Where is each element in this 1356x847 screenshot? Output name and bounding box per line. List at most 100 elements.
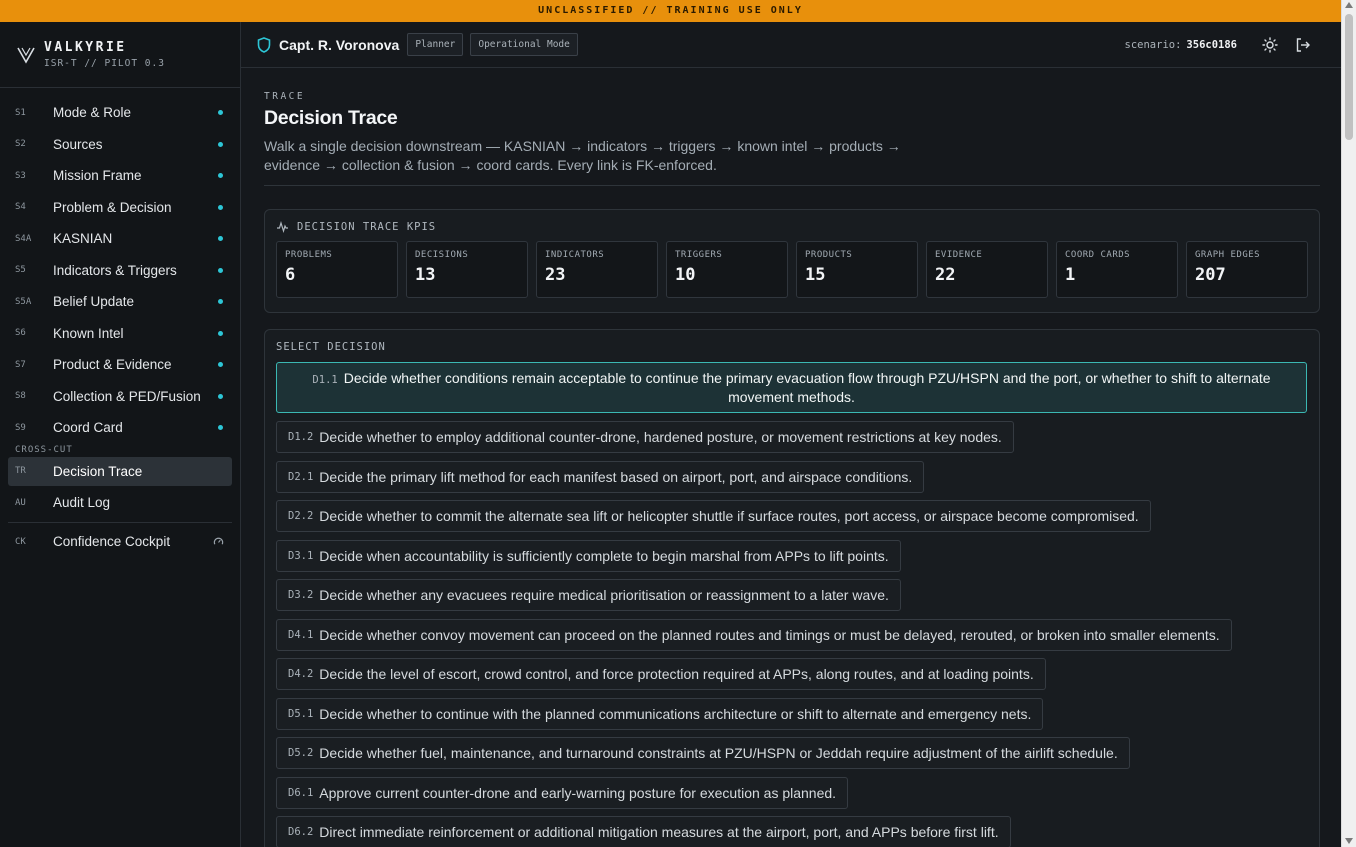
nav-code: S4A xyxy=(15,233,32,244)
sidebar-item-mode-role[interactable]: S1 Mode & Role xyxy=(8,98,232,127)
status-dot xyxy=(218,393,223,399)
sidebar-item-known-intel[interactable]: S6 Known Intel xyxy=(8,319,232,348)
page-scrollbar[interactable] xyxy=(1341,0,1356,847)
brand-subtitle: ISR-T // PILOT 0.3 xyxy=(44,58,165,69)
decision-text: Decide the primary lift method for each … xyxy=(319,468,913,485)
decision-item[interactable]: D6.1 Approve current counter-drone and ea… xyxy=(276,776,849,809)
nav-label: Known Intel xyxy=(53,325,124,341)
nav-label: Belief Update xyxy=(53,294,135,309)
nav: S1 Mode & Role S2 Sources S3 Mission Frame … xyxy=(0,98,240,556)
decision-text: Direct immediate reinforcement or additi… xyxy=(319,824,999,840)
scroll-down-icon[interactable] xyxy=(1345,838,1353,844)
decision-item[interactable]: D6.2 Direct immediate reinforcement or ad… xyxy=(276,816,1011,847)
sidebar-item-confidence-cockpit[interactable]: CK Confidence Cockpit xyxy=(8,527,232,556)
logout-icon[interactable] xyxy=(1295,37,1311,53)
sidebar-item-audit-log[interactable]: AU Audit Log xyxy=(8,488,232,517)
nav-code: S5 xyxy=(15,265,26,275)
mode-chip[interactable]: Operational Mode xyxy=(470,33,578,56)
decision-text: Decide whether any evacuees require medi… xyxy=(319,587,889,603)
sidebar-item-problem-decision[interactable]: S4 Problem & Decision xyxy=(8,193,232,222)
sidebar-item-collection-fusion[interactable]: S8 Collection & PED/Fusion xyxy=(8,382,232,411)
nav-label: Sources xyxy=(53,136,103,152)
status-dot xyxy=(218,425,223,430)
sidebar-item-kasnian[interactable]: S4A KASNIAN xyxy=(8,224,232,253)
sidebar-item-decision-trace[interactable]: TR Decision Trace xyxy=(8,456,232,486)
kpi-value: 22 xyxy=(935,265,956,285)
nav-label: KASNIAN xyxy=(53,231,113,246)
decision-item[interactable]: D3.2 Decide whether any evacuees require … xyxy=(276,579,901,611)
decision-code: D6.2 xyxy=(288,826,314,838)
scroll-thumb[interactable] xyxy=(1345,14,1353,140)
decision-text: Decide when accountability is sufficient… xyxy=(319,547,889,564)
role-chip[interactable]: Planner xyxy=(407,33,464,56)
decision-code: D3.1 xyxy=(288,549,314,562)
nav-label: Audit Log xyxy=(53,495,111,510)
decision-text: Decide whether conditions remain accepta… xyxy=(343,369,1271,405)
nav-label: Product & Evidence xyxy=(53,357,172,372)
nav-label: Collection & PED/Fusion xyxy=(53,388,201,404)
decision-code: D1.1 xyxy=(312,373,338,386)
nav-code: CK xyxy=(15,536,26,547)
kpi-card: PRODUCTS 15 xyxy=(796,241,918,298)
decision-item[interactable]: D4.1 Decide whether convoy movement can p… xyxy=(276,618,1232,651)
decision-item-selected[interactable]: D1.1 Decide whether conditions remain acc… xyxy=(276,362,1307,413)
gauge-icon xyxy=(213,537,224,545)
sidebar-item-belief-update[interactable]: S5A Belief Update xyxy=(8,287,232,316)
nav-code: S5A xyxy=(15,296,32,307)
decision-code: D6.1 xyxy=(288,786,314,799)
nav-label: Mission Frame xyxy=(53,168,142,183)
kpi-label: PRODUCTS xyxy=(805,250,853,260)
page-description: Walk a single decision downstream — KASN… xyxy=(264,138,901,173)
brand: VALKYRIE ISR-T // PILOT 0.3 xyxy=(0,22,240,88)
decision-item[interactable]: D5.1 Decide whether to continue with the … xyxy=(276,697,1044,730)
nav-label: Coord Card xyxy=(53,420,123,435)
kpi-value: 6 xyxy=(285,265,296,285)
nav-label: Indicators & Triggers xyxy=(53,262,177,278)
classification-banner: UNCLASSIFIED // TRAINING USE ONLY xyxy=(0,0,1341,22)
decision-text: Decide whether fuel, maintenance, and tu… xyxy=(319,745,1118,761)
sidebar-item-product-evidence[interactable]: S7 Product & Evidence xyxy=(8,350,232,379)
main-content: TRACE Decision Trace Walk a single decis… xyxy=(264,68,1320,847)
kpi-value: 207 xyxy=(1195,265,1226,285)
decision-code: D1.2 xyxy=(288,431,314,443)
kpi-card: PROBLEMS 6 xyxy=(276,241,398,298)
decision-item[interactable]: D4.2 Decide the level of escort, crowd co… xyxy=(276,658,1046,690)
kpi-card: TRIGGERS 10 xyxy=(666,241,788,298)
decision-text: Decide the level of escort, crowd contro… xyxy=(319,666,1034,682)
status-dot xyxy=(218,362,223,367)
status-dot xyxy=(218,204,223,210)
kpi-card: COORD CARDS 1 xyxy=(1056,241,1178,298)
scroll-up-icon[interactable] xyxy=(1345,2,1353,8)
sun-icon[interactable] xyxy=(1262,37,1278,53)
sidebar-item-mission-frame[interactable]: S3 Mission Frame xyxy=(8,161,232,190)
decision-code: D4.1 xyxy=(288,628,314,641)
nav-label: Problem & Decision xyxy=(53,199,172,215)
sidebar-item-coord-card[interactable]: S9 Coord Card xyxy=(8,413,232,442)
sidebar-item-indicators-triggers[interactable]: S5 Indicators & Triggers xyxy=(8,256,232,285)
kpi-card: EVIDENCE 22 xyxy=(926,241,1048,298)
kpi-value: 10 xyxy=(675,265,696,285)
kpi-label: GRAPH EDGES xyxy=(1195,250,1261,260)
decision-item[interactable]: D2.1 Decide the primary lift method for e… xyxy=(276,460,925,493)
kpi-value: 1 xyxy=(1065,265,1076,285)
nav-label: Decision Trace xyxy=(53,463,143,479)
decision-item[interactable]: D3.1 Decide when accountability is suffic… xyxy=(276,539,901,572)
nav-code: S4 xyxy=(15,202,26,212)
decision-list: D1.1 Decide whether conditions remain acc… xyxy=(276,362,1308,847)
decision-code: D5.1 xyxy=(288,707,314,720)
decision-item[interactable]: D5.2 Decide whether fuel, maintenance, an… xyxy=(276,737,1130,769)
sidebar-item-sources[interactable]: S2 Sources xyxy=(8,130,232,159)
nav-code: S3 xyxy=(15,170,26,181)
nav-divider xyxy=(8,522,232,523)
kpi-panel-title: DECISION TRACE KPIS xyxy=(297,221,437,233)
top-header: Capt. R. Voronova Planner Operational Mo… xyxy=(241,22,1341,68)
decision-item[interactable]: D2.2 Decide whether to commit the alterna… xyxy=(276,500,1151,532)
decision-text: Decide whether convoy movement can proce… xyxy=(319,626,1220,643)
decision-item[interactable]: D1.2 Decide whether to employ additional … xyxy=(276,421,1014,453)
page-title: Decision Trace xyxy=(264,107,398,129)
kpi-card: INDICATORS 23 xyxy=(536,241,658,298)
kpi-value: 13 xyxy=(415,265,436,285)
nav-code: AU xyxy=(15,497,26,508)
kpi-label: DECISIONS xyxy=(415,250,469,260)
shield-icon xyxy=(257,36,271,53)
